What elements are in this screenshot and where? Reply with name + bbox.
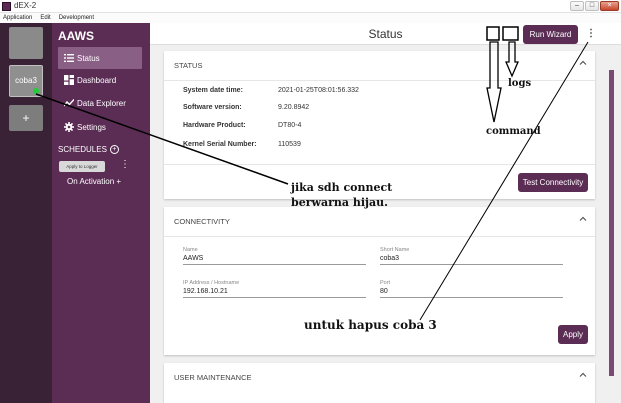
sidebar-item-label: Status [77, 53, 100, 63]
add-on-activation-icon[interactable]: + [116, 177, 121, 186]
info-value: 110539 [278, 141, 301, 148]
apply-button[interactable]: Apply [558, 325, 588, 344]
divider [164, 236, 595, 237]
connectivity-card-title: CONNECTIVITY [174, 217, 230, 226]
menu-development[interactable]: Development [59, 13, 94, 23]
menu-edit[interactable]: Edit [40, 13, 50, 23]
sidebar-item-settings[interactable]: Settings [58, 116, 142, 138]
status-card-title: STATUS [174, 61, 203, 70]
schedule-more-icon[interactable]: ⋮ [120, 160, 130, 170]
minimize-button[interactable]: – [570, 1, 584, 11]
on-activation-label: On Activation [67, 177, 115, 186]
sidebar-item-data-explorer[interactable]: Data Explorer [58, 92, 142, 114]
chevron-up-icon[interactable] [579, 215, 587, 223]
name-field[interactable]: Name AAWS [183, 247, 366, 265]
device-slot-empty[interactable] [9, 27, 43, 59]
info-value: 9.20.8942 [278, 104, 310, 111]
annotation-connected-note: jika sdh connect berwarna hijau. [291, 180, 392, 210]
sidebar-item-label: Dashboard [77, 75, 117, 85]
dashboard-icon [64, 75, 74, 85]
field-label: Short Name [380, 247, 410, 253]
annotation-line-1: jika sdh connect [291, 181, 393, 194]
app-icon [2, 2, 11, 11]
field-value[interactable]: AAWS [183, 255, 366, 265]
chart-line-icon [64, 99, 74, 107]
divider [164, 164, 595, 165]
info-key: Hardware Product: [183, 122, 246, 129]
maximize-button[interactable]: □ [585, 1, 599, 11]
field-label: Port [380, 280, 391, 286]
user-maintenance-title: USER MAINTENANCE [174, 373, 252, 382]
on-activation-item[interactable]: On Activation + [67, 177, 121, 186]
field-label: IP Address / Hostname [183, 280, 240, 286]
add-device-button[interactable]: + [9, 105, 43, 131]
sidebar-item-status[interactable]: Status [58, 47, 142, 69]
info-value: DT80-4 [278, 122, 302, 129]
status-card: STATUS System date time: 2021-01-25T08:0… [164, 51, 595, 199]
menu-application[interactable]: Application [3, 13, 32, 23]
device-rail: coba3 + [0, 23, 52, 403]
user-maintenance-card: USER MAINTENANCE [164, 363, 595, 403]
chevron-up-icon[interactable] [579, 59, 587, 67]
test-connectivity-button[interactable]: Test Connectivity [518, 173, 588, 192]
more-options-icon[interactable]: ⋮ [586, 28, 596, 39]
info-key: System date time: [183, 87, 243, 94]
short-name-field[interactable]: Short Name coba3 [380, 247, 563, 265]
apply-to-logger-button[interactable]: Apply to Logger [59, 161, 105, 172]
close-button[interactable]: × [600, 1, 619, 11]
chevron-up-icon[interactable] [579, 371, 587, 379]
annotation-line-2: berwarna hijau. [291, 196, 388, 209]
add-schedule-icon[interactable]: + [109, 145, 119, 154]
field-value[interactable]: 80 [380, 288, 563, 298]
field-value[interactable]: 192.168.10.21 [183, 288, 366, 298]
sidebar-item-dashboard[interactable]: Dashboard [58, 69, 142, 91]
annotation-delete-note: untuk hapus coba 3 [304, 318, 437, 332]
device-label: coba3 [15, 76, 37, 85]
sidebar: AAWS Status Dashboard Data Explorer Sett… [52, 23, 150, 403]
run-wizard-button[interactable]: Run Wizard [523, 25, 578, 44]
menu-bar: Application Edit Development [0, 13, 621, 23]
ip-address-field[interactable]: IP Address / Hostname 192.168.10.21 [183, 280, 366, 298]
info-key: Software version: [183, 104, 242, 111]
main-content: Status Run Wizard ⋮ STATUS System date t… [150, 23, 621, 403]
window-controls: – □ × [570, 1, 619, 11]
field-label: Name [183, 247, 198, 253]
scrollbar[interactable] [609, 70, 614, 376]
window-titlebar: dEX-2 – □ × [0, 0, 621, 13]
schedules-label: SCHEDULES [58, 145, 107, 154]
top-bar: Status Run Wizard ⋮ [150, 23, 621, 45]
sidebar-brand: AAWS [58, 29, 94, 43]
device-slot-coba3[interactable]: coba3 [9, 65, 43, 97]
sidebar-item-label: Settings [77, 122, 106, 132]
annotation-command: command [486, 126, 541, 137]
connectivity-card: CONNECTIVITY Name AAWS Short Name coba3 … [164, 207, 595, 355]
annotation-logs: logs [508, 78, 532, 89]
gear-icon [64, 122, 74, 132]
info-key: Kernel Serial Number: [183, 141, 257, 148]
window-title: dEX-2 [14, 1, 37, 10]
sidebar-item-label: Data Explorer [77, 98, 126, 108]
list-icon [64, 54, 74, 62]
schedules-header: SCHEDULES + [58, 145, 119, 154]
connected-status-dot [33, 88, 39, 94]
field-value[interactable]: coba3 [380, 255, 563, 265]
port-field[interactable]: Port 80 [380, 280, 563, 298]
info-value: 2021-01-25T08:01:56.332 [278, 87, 359, 94]
